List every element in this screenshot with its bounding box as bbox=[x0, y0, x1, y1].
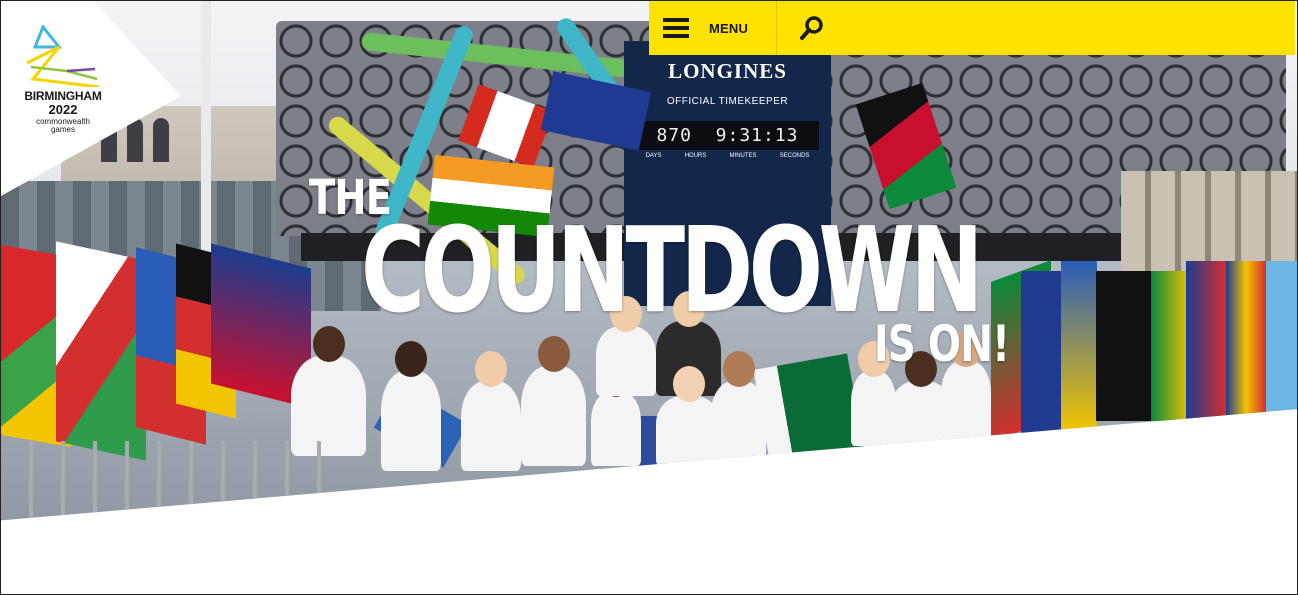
headline-countdown: COUNTDOWN bbox=[361, 201, 983, 339]
clock-unit: HOURS bbox=[684, 153, 707, 159]
clock-unit: DAYS bbox=[645, 153, 662, 159]
logo-birmingham: BIRMINGHAM bbox=[24, 89, 102, 103]
top-nav-bar: MENU bbox=[649, 1, 1295, 55]
clock-unit: MINUTES bbox=[729, 153, 757, 159]
b2022-logo-icon bbox=[26, 25, 100, 87]
logo-year: 2022 bbox=[48, 102, 78, 117]
search-button[interactable] bbox=[777, 1, 847, 55]
page-frame: LONGINES OFFICIAL TIMEKEEPER 870 9:31:13… bbox=[0, 0, 1298, 595]
clock-digits: 870 9:31:13 bbox=[636, 121, 819, 150]
clock-brand: LONGINES bbox=[668, 59, 787, 83]
hamburger-icon bbox=[663, 18, 689, 38]
hero-image: LONGINES OFFICIAL TIMEKEEPER 870 9:31:13… bbox=[1, 1, 1297, 521]
clock-subtitle: OFFICIAL TIMEKEEPER bbox=[666, 96, 789, 107]
clock-unit: SECONDS bbox=[779, 153, 810, 159]
menu-label: MENU bbox=[709, 20, 749, 36]
birmingham-2022-logo[interactable]: BIRMINGHAM 2022 commonwealth games bbox=[17, 25, 109, 134]
headline-is-on: IS ON! bbox=[874, 315, 1010, 373]
clock-units: DAYS HOURS MINUTES SECONDS bbox=[634, 153, 821, 159]
logo-games: games bbox=[50, 125, 75, 134]
menu-button[interactable]: MENU bbox=[649, 1, 762, 55]
search-icon bbox=[800, 16, 823, 40]
